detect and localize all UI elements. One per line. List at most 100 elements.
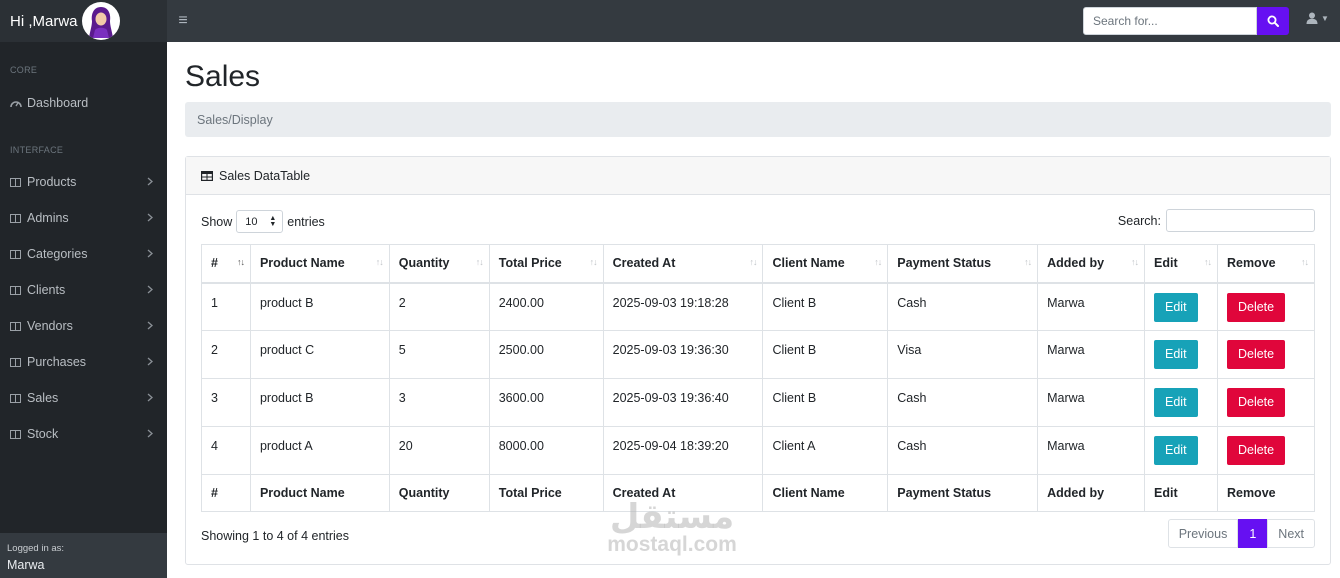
pagination-page-1[interactable]: 1: [1238, 519, 1268, 548]
cell-added-by: Marwa: [1037, 378, 1145, 427]
table-icon: [201, 170, 213, 181]
sidebar-item-clients[interactable]: Clients: [0, 280, 167, 300]
sidebar-heading-core: CORE: [10, 65, 38, 75]
logged-in-label: Logged in as:: [7, 543, 65, 554]
sidebar-toggle-icon[interactable]: ≡: [173, 12, 193, 30]
cell-client: Client B: [762, 330, 889, 379]
sort-icon: ↑↓: [874, 257, 882, 267]
chevron-right-icon: [147, 321, 153, 330]
cell-payment: Cash: [887, 378, 1039, 427]
sidebar-item-purchases[interactable]: Purchases: [0, 352, 167, 372]
cell-total: 2400.00: [488, 282, 604, 331]
sidebar-item-categories[interactable]: Categories: [0, 244, 167, 264]
cell-id: 1: [201, 282, 251, 331]
col-header-quantity[interactable]: Quantity ↑↓: [388, 244, 490, 284]
col-header-client[interactable]: Client Name ↑↓: [762, 244, 889, 284]
sidebar-item-label: Stock: [27, 427, 59, 441]
search-icon: [1267, 15, 1279, 27]
col-header-id[interactable]: # ↑↓: [201, 244, 251, 284]
search-input[interactable]: [1083, 7, 1257, 35]
cell-product: product C: [249, 330, 390, 379]
avatar-icon: [88, 7, 113, 38]
edit-button[interactable]: Edit: [1154, 340, 1198, 369]
cell-remove: Delete: [1216, 378, 1316, 427]
search-button[interactable]: [1257, 7, 1289, 35]
entries-select[interactable]: 10 ▲ ▼: [236, 210, 284, 233]
table-footer-row: # Product Name Quantity Total Price Crea…: [201, 474, 1316, 512]
sidebar-item-admins[interactable]: Admins: [0, 208, 167, 228]
chevron-right-icon: [147, 393, 153, 402]
cell-total: 2500.00: [488, 330, 604, 379]
cell-total: 3600.00: [488, 378, 604, 427]
select-arrows-icon: ▲ ▼: [269, 214, 277, 228]
navbar-search: [1083, 7, 1289, 35]
cell-remove: Delete: [1216, 426, 1316, 475]
sort-icon: ↑↓: [1203, 257, 1212, 267]
cell-total: 8000.00: [488, 426, 604, 475]
top-navbar: Hi ,Marwa ≡ ▼: [0, 0, 1340, 42]
cell-client: Client A: [762, 426, 889, 475]
table-header-row: # ↑↓ Product Name ↑↓ Quantity ↑↓ Total Pric…: [201, 244, 1316, 284]
edit-button[interactable]: Edit: [1154, 292, 1198, 322]
table-search-input[interactable]: [1166, 209, 1315, 232]
delete-button[interactable]: Delete: [1226, 436, 1286, 465]
col-footer-edit: Edit: [1144, 474, 1218, 512]
columns-icon: [10, 177, 22, 187]
sales-table: # ↑↓ Product Name ↑↓ Quantity ↑↓ Total Pric…: [201, 244, 1316, 512]
edit-button[interactable]: Edit: [1154, 436, 1198, 465]
col-footer-payment: Payment Status: [887, 474, 1039, 512]
col-header-remove[interactable]: Remove ↑↓: [1216, 244, 1316, 284]
avatar: [81, 2, 120, 40]
sort-icon: ↑↓: [1024, 257, 1032, 267]
delete-button[interactable]: Delete: [1226, 340, 1286, 369]
show-label: Show: [201, 214, 233, 229]
columns-icon: [10, 393, 22, 403]
delete-button[interactable]: Delete: [1226, 292, 1286, 322]
col-footer-quantity: Quantity: [388, 474, 490, 512]
edit-button[interactable]: Edit: [1154, 388, 1198, 417]
col-header-total[interactable]: Total Price ↑↓: [488, 244, 604, 284]
sidebar-item-label: Products: [27, 175, 77, 189]
table-row: 4 product A 20 8000.00 2025-09-04 18:39:…: [201, 426, 1316, 475]
cell-added-by: Marwa: [1037, 426, 1145, 475]
cell-payment: Cash: [887, 426, 1039, 475]
sidebar-item-sales[interactable]: Sales: [0, 388, 167, 408]
table-row: 1 product B 2 2400.00 2025-09-03 19:18:2…: [201, 282, 1316, 331]
cell-payment: Visa: [887, 330, 1039, 379]
pagination-next[interactable]: Next: [1267, 519, 1315, 548]
entries-label: entries: [287, 214, 325, 229]
navbar-brand[interactable]: Hi ,Marwa: [0, 0, 167, 42]
page-title: Sales: [185, 60, 261, 93]
col-header-product[interactable]: Product Name ↑↓: [249, 244, 390, 284]
col-header-edit[interactable]: Edit ↑↓: [1144, 244, 1218, 284]
pagination-previous[interactable]: Previous: [1167, 519, 1239, 548]
col-footer-total: Total Price: [488, 474, 604, 512]
col-header-added-by[interactable]: Added by ↑↓: [1037, 244, 1145, 284]
columns-icon: [10, 321, 22, 331]
sidebar-item-stock[interactable]: Stock: [0, 424, 167, 444]
card-title: Sales DataTable: [219, 168, 311, 183]
cell-product: product B: [249, 282, 390, 331]
sidebar-item-label: Purchases: [27, 355, 87, 369]
table-search-label: Search:: [1117, 213, 1161, 228]
cell-quantity: 2: [388, 282, 490, 331]
sidebar: CORE Dashboard INTERFACE Products Admins…: [0, 42, 167, 578]
table-row: 2 product C 5 2500.00 2025-09-03 19:36:3…: [201, 330, 1316, 379]
card-header: Sales DataTable: [186, 157, 1330, 195]
sidebar-item-dashboard[interactable]: Dashboard: [0, 93, 167, 113]
sidebar-item-vendors[interactable]: Vendors: [0, 316, 167, 336]
columns-icon: [10, 249, 22, 259]
cell-id: 4: [201, 426, 251, 475]
cell-added-by: Marwa: [1037, 282, 1145, 331]
cell-client: Client B: [762, 282, 889, 331]
cell-product: product A: [249, 426, 390, 475]
cell-client: Client B: [762, 378, 889, 427]
sidebar-heading-interface: INTERFACE: [10, 145, 64, 155]
col-header-payment[interactable]: Payment Status ↑↓: [887, 244, 1039, 284]
user-dropdown[interactable]: ▼: [1306, 12, 1329, 24]
col-header-created[interactable]: Created At ↑↓: [602, 244, 764, 284]
delete-button[interactable]: Delete: [1226, 388, 1286, 417]
columns-icon: [10, 357, 22, 367]
sort-icon: ↑↓: [1301, 257, 1309, 267]
sidebar-item-products[interactable]: Products: [0, 172, 167, 192]
